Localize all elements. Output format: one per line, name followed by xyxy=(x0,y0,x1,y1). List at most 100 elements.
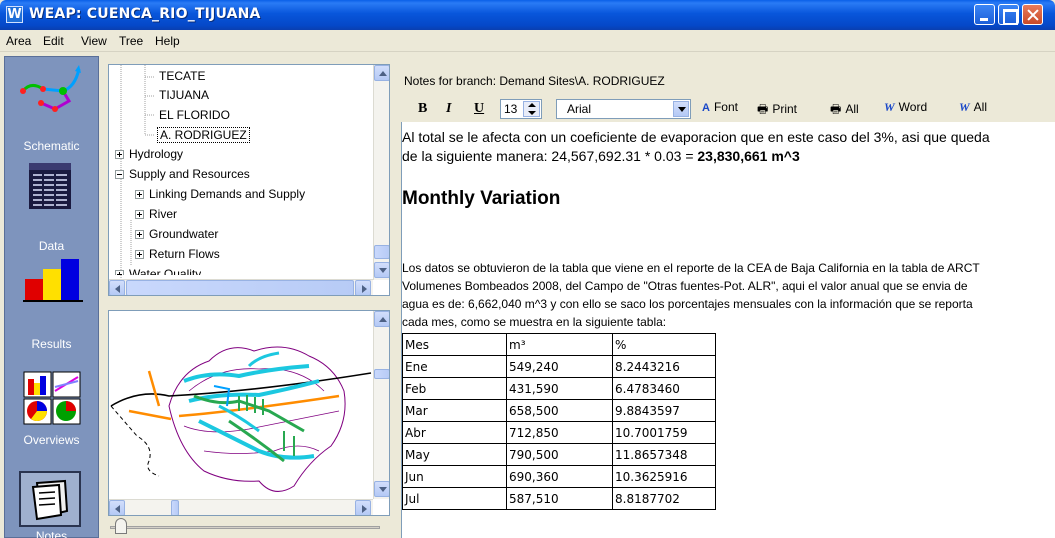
view-overviews-button[interactable]: Overviews xyxy=(5,367,98,467)
menu-area[interactable]: Area xyxy=(6,34,31,48)
map-vertical-scrollbar[interactable] xyxy=(373,311,389,499)
table-row: Ene 549,240 8.2443216 xyxy=(402,355,716,378)
tree-node-a-rodriguez[interactable]: A. RODRIGUEZ xyxy=(157,127,250,143)
view-label-overviews: Overviews xyxy=(23,433,80,447)
tree-node-tecate[interactable]: TECATE xyxy=(159,69,205,83)
tree-node-el-florido[interactable]: EL FLORIDO xyxy=(159,108,230,122)
basin-map xyxy=(110,346,372,492)
tree-node-groundwater[interactable]: Groundwater xyxy=(135,227,218,241)
panel-splitter[interactable] xyxy=(395,56,399,538)
print-button[interactable]: 🖶 Print xyxy=(757,100,797,121)
zoom-slider-thumb[interactable] xyxy=(115,518,127,534)
table-cell: May xyxy=(402,443,507,466)
table-cell: 658,500 xyxy=(506,399,613,422)
table-cell: 690,360 xyxy=(506,465,613,488)
table-cell: 8.2443216 xyxy=(612,355,716,378)
notes-icon xyxy=(31,479,69,521)
scroll-up-button[interactable] xyxy=(374,65,389,81)
view-data-button[interactable]: Data xyxy=(5,157,98,257)
tree-node-linking-demands[interactable]: Linking Demands and Supply xyxy=(135,187,305,201)
view-schematic-button[interactable]: Schematic xyxy=(5,57,98,157)
scroll-up-button[interactable] xyxy=(374,311,389,327)
scroll-right-button[interactable] xyxy=(355,500,371,515)
table-cell: 549,240 xyxy=(506,355,613,378)
scroll-thumb[interactable] xyxy=(126,280,354,295)
tree-node-water-quality[interactable]: Water Quality xyxy=(115,267,201,275)
branch-tree: TECATE TIJUANA EL FLORIDO A. RODRIGUEZ H… xyxy=(108,64,390,296)
scroll-right-button[interactable] xyxy=(355,280,371,295)
title-bar: W WEAP: CUENCA_RIO_TIJUANA xyxy=(0,0,1055,30)
italic-button[interactable]: I xyxy=(446,101,451,117)
schematic-map-preview[interactable] xyxy=(108,310,390,516)
map-horizontal-scrollbar[interactable] xyxy=(109,499,373,515)
notes-bold-total: 23,830,661 m^3 xyxy=(697,148,800,164)
menu-help[interactable]: Help xyxy=(155,34,180,48)
menu-edit[interactable]: Edit xyxy=(43,34,64,48)
word-export-all-button[interactable]: W All xyxy=(959,100,987,115)
table-cell: 431,590 xyxy=(506,377,613,400)
bold-button[interactable]: B xyxy=(418,101,427,117)
expand-icon[interactable] xyxy=(115,270,124,275)
collapse-icon[interactable] xyxy=(115,170,124,180)
scroll-down-button[interactable] xyxy=(374,262,389,278)
printer-icon: 🖶 xyxy=(757,102,769,116)
font-size-stepper[interactable]: 13 xyxy=(500,99,542,119)
table-cell: 10.7001759 xyxy=(612,421,716,444)
expand-icon[interactable] xyxy=(135,190,144,200)
notes-line: Los datos se obtuvieron de la tabla que … xyxy=(402,261,980,275)
font-name-value: Arial xyxy=(567,102,592,116)
menu-view[interactable]: View xyxy=(81,34,107,48)
expand-icon[interactable] xyxy=(135,230,144,240)
view-label-schematic: Schematic xyxy=(23,139,80,153)
view-notes-button[interactable]: Notes xyxy=(5,467,98,538)
expand-icon[interactable] xyxy=(135,250,144,260)
scroll-thumb[interactable] xyxy=(374,245,389,259)
font-name-select[interactable]: Arial xyxy=(556,99,691,119)
tree-vertical-scrollbar[interactable] xyxy=(373,65,389,280)
tree-node-hydrology[interactable]: Hydrology xyxy=(115,147,183,161)
view-label-results: Results xyxy=(31,337,72,351)
table-row: Feb 431,590 6.4783460 xyxy=(402,377,716,400)
font-size-value: 13 xyxy=(504,102,518,116)
view-label-notes: Notes xyxy=(35,529,68,538)
word-icon: W xyxy=(959,100,970,114)
print-all-button[interactable]: 🖶 All xyxy=(830,100,859,121)
table-cell: 790,500 xyxy=(506,443,613,466)
maximize-button[interactable] xyxy=(998,4,1019,25)
expand-icon[interactable] xyxy=(115,150,124,160)
minimize-button[interactable] xyxy=(974,4,995,25)
table-cell: 587,510 xyxy=(506,487,613,510)
menu-tree[interactable]: Tree xyxy=(119,34,143,48)
notes-editor[interactable]: Al total se le afecta con un coeficiente… xyxy=(401,122,1055,538)
results-chart-icon xyxy=(23,259,83,302)
notes-toolbar: B I U 13 Arial A Font 🖶 Print 🖶 All W Word W… xyxy=(404,96,1055,120)
tree-horizontal-scrollbar[interactable] xyxy=(109,279,373,295)
stepper-arrows-icon[interactable] xyxy=(523,101,540,117)
word-icon: W xyxy=(884,100,895,114)
close-button[interactable] xyxy=(1022,4,1043,25)
tree-node-supply-and-resources[interactable]: Supply and Resources xyxy=(115,167,250,181)
table-cell: 10.3625916 xyxy=(612,465,716,488)
table-cell: 11.8657348 xyxy=(612,443,716,466)
table-cell: 8.8187702 xyxy=(612,487,716,510)
notes-line: Al total se le afecta con un coeficiente… xyxy=(402,129,990,145)
scroll-left-button[interactable] xyxy=(109,280,125,295)
word-export-button[interactable]: W Word xyxy=(884,100,927,115)
scroll-down-button[interactable] xyxy=(374,481,389,497)
scroll-thumb[interactable] xyxy=(171,500,179,515)
table-row: Jul 587,510 8.8187702 xyxy=(402,487,716,510)
tree-node-tijuana[interactable]: TIJUANA xyxy=(159,88,209,102)
scroll-thumb[interactable] xyxy=(374,369,389,379)
view-results-button[interactable]: Results xyxy=(5,257,98,357)
tree-node-river[interactable]: River xyxy=(135,207,177,221)
scroll-left-button[interactable] xyxy=(109,500,125,515)
tree-node-linking-label: Linking Demands and Supply xyxy=(149,187,306,201)
expand-icon[interactable] xyxy=(135,210,144,220)
zoom-slider-track[interactable] xyxy=(110,526,380,529)
tree-node-return-flows[interactable]: Return Flows xyxy=(135,247,220,261)
font-button[interactable]: A Font xyxy=(702,100,738,114)
notes-paragraph-1: Al total se le afecta con un coeficiente… xyxy=(402,128,1055,166)
chevron-down-icon[interactable] xyxy=(673,101,689,117)
underline-button[interactable]: U xyxy=(474,101,484,117)
word-button-label: Word xyxy=(898,100,928,114)
